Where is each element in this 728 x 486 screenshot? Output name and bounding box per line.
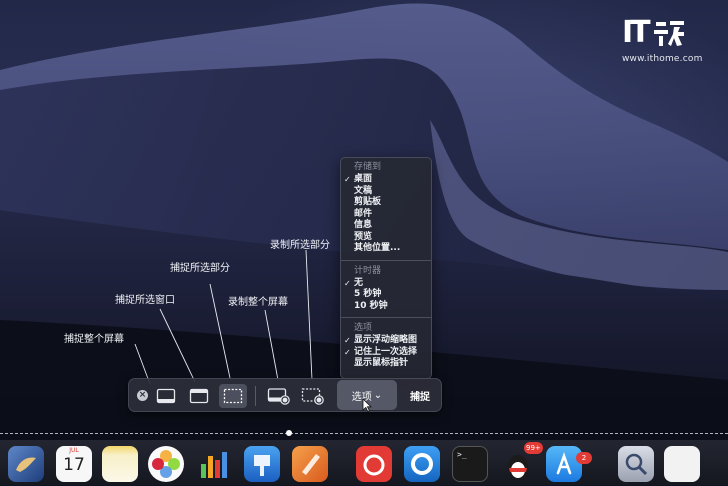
menu-header-options: 选项 [354,323,373,333]
logo-glyph-icon [653,21,684,46]
dock-app-photos-icon[interactable] [148,446,184,482]
capture-entire-screen-button[interactable] [153,384,179,408]
selection-border [0,433,728,434]
checkmark-icon: ✓ [344,175,351,184]
menu-item-desktop[interactable]: ✓ 桌面 [341,174,431,186]
record-portion-icon [301,388,324,405]
toolbar-divider [255,386,256,406]
record-selected-portion-button[interactable] [299,384,327,408]
dock-app-notes-icon[interactable] [102,446,138,482]
mouse-pointer-icon [362,398,372,412]
dock-app-document-icon[interactable] [664,446,700,482]
dock-app-keynote-icon[interactable] [244,446,280,482]
ithome-watermark: IT www.ithome.com [622,16,718,72]
dock-app-terminal-icon[interactable]: >_ [452,446,488,482]
logo-mark-it: IT [622,15,651,50]
dock-app-calendar-icon[interactable]: JUL 17 [56,446,92,482]
dock-app-pages-icon[interactable] [292,446,328,482]
dock-app-appstore-icon[interactable] [546,446,582,482]
calendar-day: 17 [63,455,85,475]
annotation-capture-entire-screen: 捕捉整个屏幕 [64,334,124,345]
bird-stamp-icon [16,457,36,472]
menu-item-timer-none[interactable]: ✓ 无 [341,278,431,290]
menu-header-timer: 计时器 [354,265,382,276]
dock: JUL 17 >_ 99+ 2 [0,440,728,485]
options-menu: 存储到 ✓ 桌面 文稿 剪贴板 邮件 信息 预览 其他位置... 计时器 ✓ 无 5… [340,157,432,379]
window-icon [189,388,209,404]
record-entire-screen-button[interactable] [265,384,293,408]
menu-item-timer-5s[interactable]: 5 秒钟 [341,289,431,301]
checkmark-icon: ✓ [344,347,351,357]
menu-item-documents[interactable]: 文稿 [341,186,431,198]
pen-icon [302,454,320,475]
photos-flower-icon [152,450,180,478]
annotation-record-entire-screen: 录制整个屏幕 [228,297,288,308]
magnifier-icon [625,453,648,476]
menu-item-show-floating-thumbnail[interactable]: ✓ 显示浮动缩略图 [341,335,431,347]
appstore-a-icon [556,452,572,475]
menu-item-remember-last-selection[interactable]: ✓ 记住上一次选择 [341,347,431,359]
dock-app-netease-music-icon[interactable] [356,446,392,482]
menu-item-mail[interactable]: 邮件 [341,209,431,221]
screenshot-toolbar: × 选项 ⌄ 捕捉 [128,378,442,412]
dock-app-browser-icon[interactable] [404,446,440,482]
q-logo-icon [411,453,433,475]
annotation-capture-selected-portion: 捕捉所选部分 [170,263,230,274]
calendar-month: JUL [69,447,79,454]
dock-app-mail-icon[interactable] [8,446,44,482]
entire-screen-icon [156,388,176,404]
checkmark-icon: ✓ [344,336,351,345]
qq-badge: 99+ [524,442,543,454]
menu-item-clipboard[interactable]: 剪贴板 [341,197,431,209]
menu-header-save-to: 存储到 [354,162,382,172]
podium-icon [254,455,270,476]
selection-resize-handle[interactable] [286,430,292,436]
ithome-url: www.ithome.com [622,54,703,64]
menu-item-show-mouse-pointer[interactable]: 显示鼠标指针 [341,358,431,370]
dock-app-numbers-icon[interactable] [196,446,232,482]
menu-section-save-to: 存储到 ✓ 桌面 文稿 剪贴板 邮件 信息 预览 其他位置... [341,160,431,258]
menu-item-preview[interactable]: 预览 [341,232,431,244]
menu-section-timer: 计时器 ✓ 无 5 秒钟 10 秒钟 [341,264,431,316]
music-note-icon [363,454,385,476]
capture-selected-window-button[interactable] [186,384,212,408]
record-screen-icon [267,388,290,405]
capture-button[interactable]: 捕捉 [399,380,441,410]
annotation-capture-selected-window: 捕捉所选窗口 [115,295,175,306]
checkmark-icon: ✓ [344,278,351,288]
annotation-record-selected-portion: 录制所选部分 [270,240,330,251]
ithome-logo: IT [622,16,718,50]
menu-item-other-location[interactable]: 其他位置... [341,243,431,255]
dock-app-preview-icon[interactable] [618,446,654,482]
appstore-badge: 2 [576,452,592,464]
menu-separator [341,317,431,318]
selection-marquee-icon [223,388,243,404]
menu-item-timer-10s[interactable]: 10 秒钟 [341,301,431,313]
menu-separator [341,259,431,261]
chevron-down-icon: ⌄ [373,389,383,401]
close-icon[interactable]: × [137,390,148,401]
menu-item-messages[interactable]: 信息 [341,220,431,232]
capture-selected-portion-button[interactable] [219,384,247,408]
terminal-prompt: >_ [457,450,467,459]
bar-chart-icon [201,452,227,478]
menu-section-options: 选项 ✓ 显示浮动缩略图 ✓ 记住上一次选择 显示鼠标指针 [341,321,431,373]
